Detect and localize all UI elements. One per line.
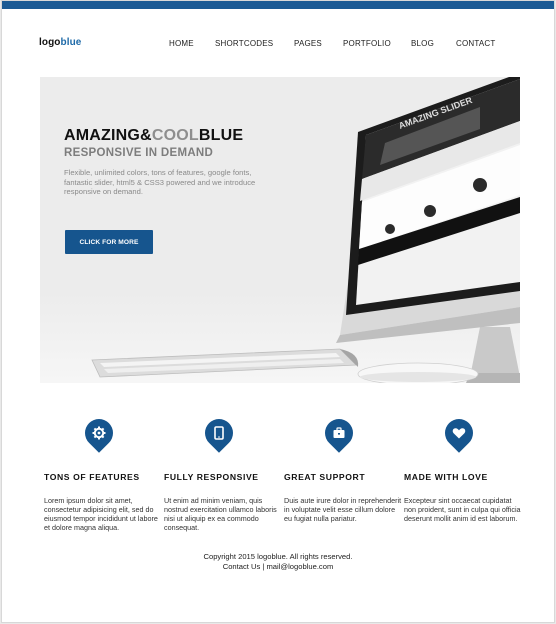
hero-slider: AMAZING SLIDER AMAZING&COOLBLUE RESPONSI… [40, 77, 520, 383]
nav-contact[interactable]: CONTACT [456, 39, 495, 48]
nav-portfolio[interactable]: PORTFOLIO [343, 39, 391, 48]
feature-text: Lorem ipsum dolor sit amet, consectetur … [44, 496, 158, 532]
copyright-text: Copyright 2015 logoblue. All rights rese… [203, 552, 353, 561]
top-bar [2, 1, 554, 9]
hero-title-part-3: BLUE [198, 127, 244, 144]
feature-text: Ut enim ad minim veniam, quis nostrud ex… [164, 496, 277, 532]
feature-title: FULLY RESPONSIVE [164, 472, 259, 482]
gear-icon [92, 426, 106, 440]
page: logoblue HOME SHORTCODES PAGES PORTFOLIO… [1, 0, 555, 623]
nav-shortcodes[interactable]: SHORTCODES [215, 39, 273, 48]
feature-title: TONS OF FEATURES [44, 472, 140, 482]
nav-blog[interactable]: BLOG [411, 39, 434, 48]
nav-pages[interactable]: PAGES [294, 39, 322, 48]
hero-description: Flexible, unlimited colors, tons of feat… [64, 168, 256, 196]
feature-title: MADE WITH LOVE [404, 472, 488, 482]
footer: Copyright 2015 logoblue. All rights rese… [2, 552, 554, 571]
feature-text: Excepteur sint occaecat cupidatat non pr… [404, 496, 521, 523]
hero-title: AMAZING&COOLBLUE [64, 127, 243, 145]
main-nav: HOME SHORTCODES PAGES PORTFOLIO BLOG CON… [2, 39, 554, 51]
briefcase-icon [333, 427, 345, 438]
feature-text: Duis aute irure dolor in reprehenderit i… [284, 496, 402, 523]
hero-title-part-2: COOL [151, 127, 199, 144]
tablet-icon [214, 426, 224, 440]
nav-home[interactable]: HOME [169, 39, 194, 48]
feature-title: GREAT SUPPORT [284, 472, 366, 482]
heart-icon [452, 428, 466, 439]
hero-subtitle: RESPONSIVE IN DEMAND [64, 147, 214, 159]
contact-link[interactable]: Contact Us | mail@logoblue.com [2, 562, 554, 572]
click-for-more-button[interactable]: CLICK FOR MORE [65, 230, 153, 254]
hero-title-part-1: AMAZING& [64, 127, 152, 144]
